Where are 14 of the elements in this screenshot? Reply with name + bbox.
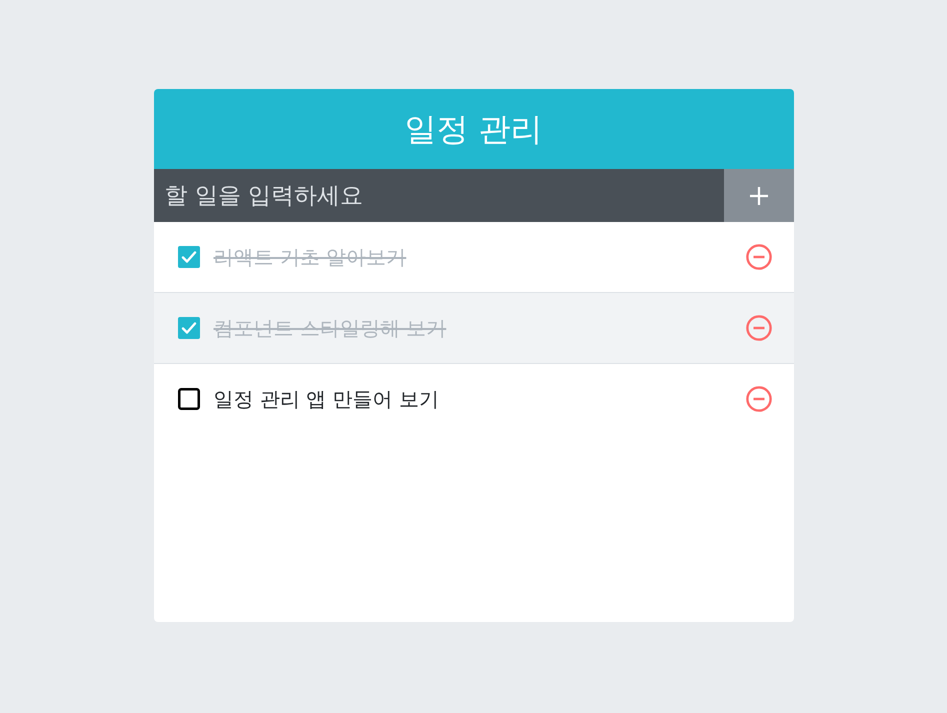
plus-icon xyxy=(748,186,768,206)
checkbox-icon[interactable] xyxy=(178,246,200,268)
todo-text: 컴포넌트 스타일링해 보기 xyxy=(214,315,448,342)
add-button[interactable] xyxy=(724,169,794,222)
input-field[interactable]: 할 일을 입력하세요 xyxy=(154,169,724,222)
minus-circle-icon[interactable] xyxy=(746,315,772,341)
todo-text: 리액트 기초 알아보기 xyxy=(214,244,408,271)
todo-item[interactable]: 컴포넌트 스타일링해 보기 xyxy=(154,292,794,363)
todo-text: 일정 관리 앱 만들어 보기 xyxy=(214,386,440,413)
checkbox-icon[interactable] xyxy=(178,317,200,339)
checkbox-icon[interactable] xyxy=(178,388,200,410)
minus-circle-icon[interactable] xyxy=(746,386,772,412)
minus-circle-icon[interactable] xyxy=(746,244,772,270)
app-title: 일정 관리 xyxy=(404,110,543,148)
